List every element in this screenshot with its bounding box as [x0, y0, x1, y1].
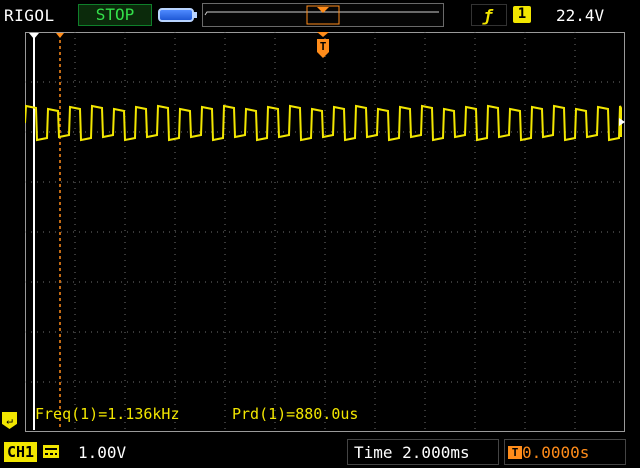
measurement-frequency: Freq(1)=1.136kHz	[35, 405, 180, 423]
ch1-vertical-scale: 1.00V	[78, 443, 127, 462]
dc-coupling-icon	[42, 444, 60, 459]
ch1-label[interactable]: CH1	[4, 442, 38, 462]
memory-depth-icon	[158, 8, 197, 22]
trigger-position-icon[interactable]: T	[317, 32, 329, 58]
waveform-memory-overview[interactable]	[202, 3, 444, 27]
rising-edge-icon: ƒ	[483, 6, 493, 25]
cursor-b-marker-icon	[56, 33, 64, 38]
trigger-offset-value: 0.0000s	[522, 443, 590, 462]
trigger-offset-icon: T	[508, 446, 522, 459]
run-stop-status[interactable]: STOP	[78, 4, 152, 26]
trigger-slope-box[interactable]: ƒ	[471, 4, 507, 26]
cursor-a-marker-icon	[29, 33, 39, 39]
ch1-waveform-trace	[25, 104, 622, 142]
graticule: T	[25, 32, 625, 432]
bottom-status-bar: CH1 1.00V Time 2.000ms T 0.0000s	[0, 436, 640, 468]
waveform-display[interactable]: T	[25, 32, 625, 432]
horizontal-timebase: Time 2.000ms	[354, 443, 470, 462]
grid-lines	[25, 32, 625, 432]
ch1-ground-marker-icon[interactable]: ↵	[2, 412, 17, 429]
svg-text:T: T	[320, 40, 327, 53]
trigger-level: 22.4V	[556, 6, 605, 25]
trigger-source-badge[interactable]: 1	[513, 6, 531, 23]
measurement-period: Prd(1)=880.0us	[232, 405, 359, 423]
memory-overview-waveform	[204, 5, 439, 25]
brand-logo: RIGOL	[4, 6, 55, 25]
top-status-bar: RIGOL STOP ƒ 1 22.4V	[0, 0, 640, 32]
